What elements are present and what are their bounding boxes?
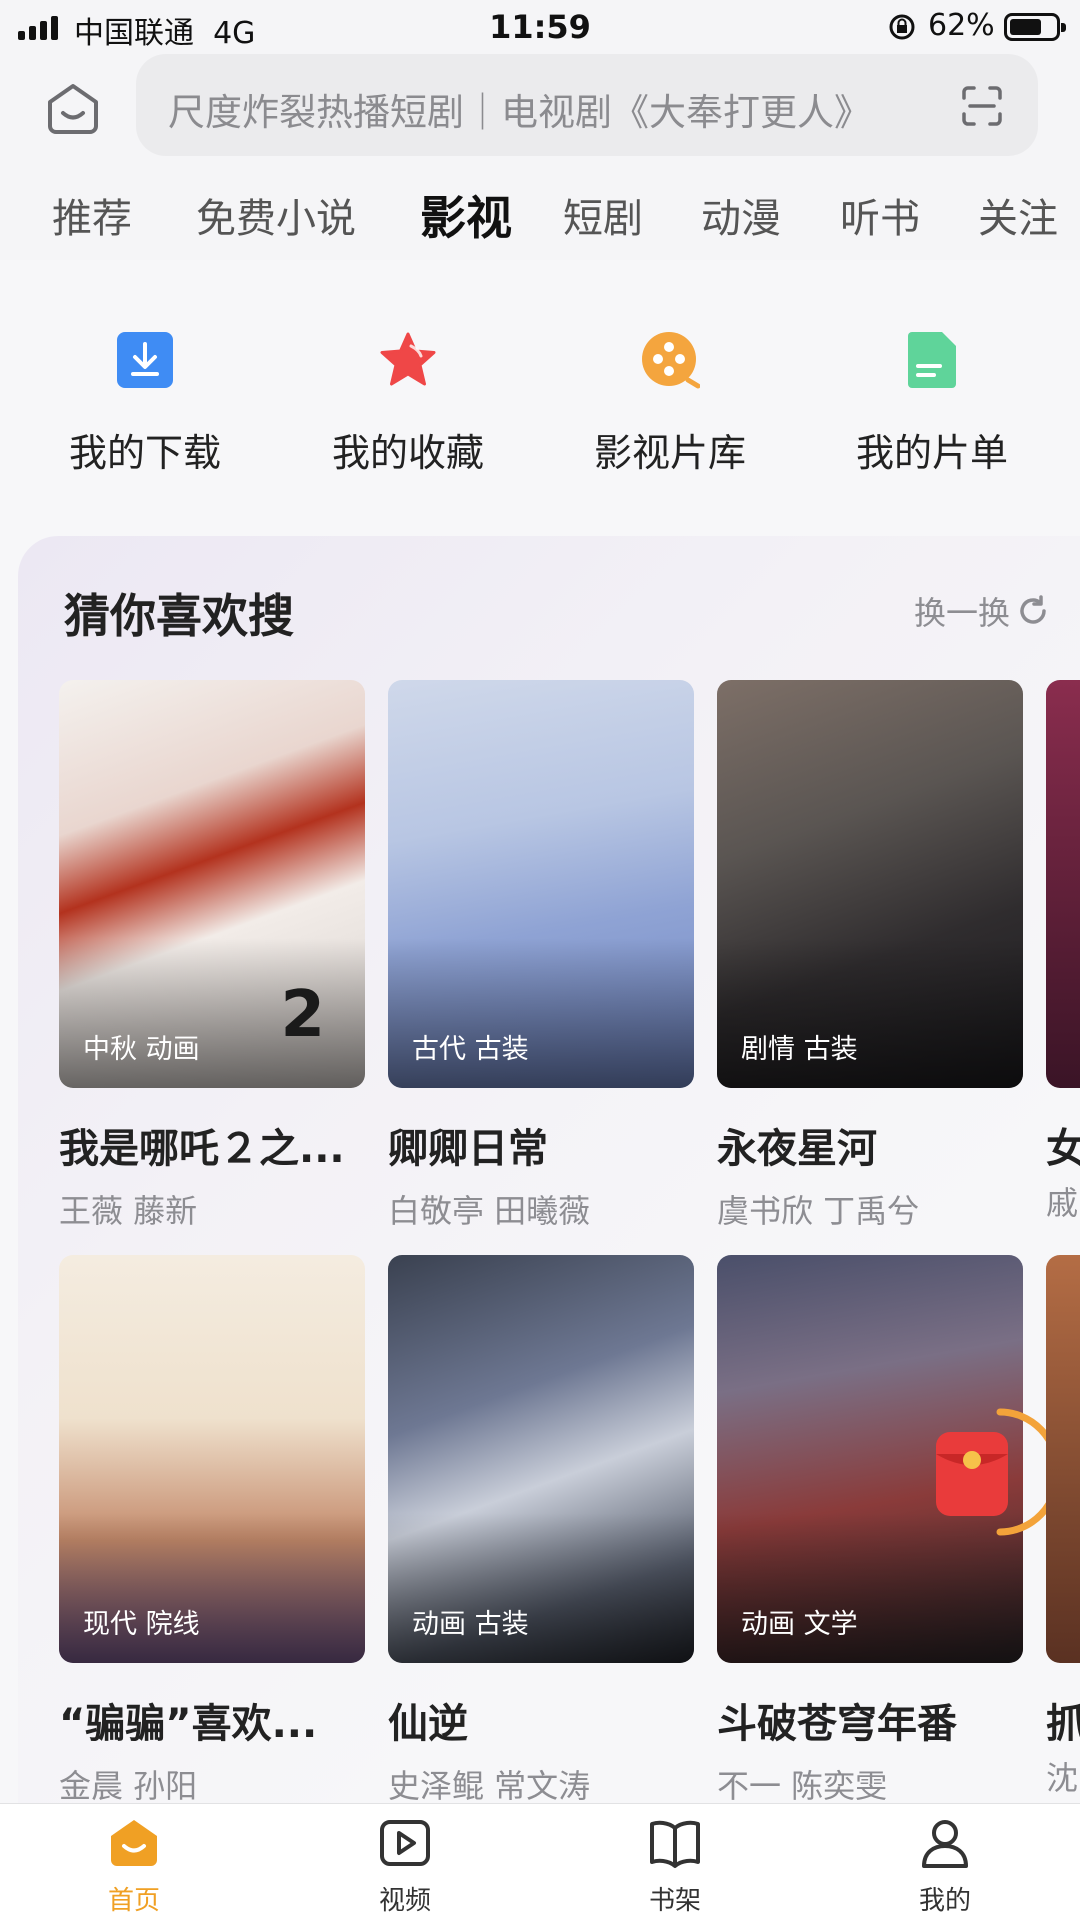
media-cast: 虞书欣 丁禹兮 [717,1192,920,1230]
media-card-peek[interactable] [1046,680,1080,1088]
home-icon [111,1820,157,1866]
media-title: 我是哪吒２之... [59,1126,345,1172]
nav-home[interactable]: 首页 [64,1816,204,1917]
bottom-nav: 首页 视频 书架 我的 [0,1803,1080,1921]
video-icon [380,1820,430,1866]
poster-image: 剧情 古装 [717,680,1023,1088]
poster-image: 古代 古装 [388,680,694,1088]
red-packet-icon[interactable] [930,1404,1046,1540]
media-title: 斗破苍穹年番 [717,1701,957,1747]
tab-audiobook[interactable]: 听书 [840,186,920,244]
tab-free-novel[interactable]: 免费小说 [196,186,356,244]
nav-profile[interactable]: 我的 [875,1816,1015,1917]
media-card[interactable]: 现代 院线 “骗骗”喜欢... 金晨 孙阳 [59,1255,365,1807]
media-title: 卿卿日常 [388,1126,548,1172]
search-bar[interactable]: 尺度炸裂热播短剧｜电视剧《大奉打更人》 [136,54,1038,156]
star-icon [380,332,436,386]
quick-my-playlist[interactable]: 我的片单 [832,330,1032,477]
peek-cast: 戚 [1046,1184,1079,1222]
section-title: 猜你喜欢搜 [62,589,294,643]
clock: 11:59 [489,8,591,46]
quick-my-downloads[interactable]: 我的下载 [45,330,245,477]
category-tabs: 推荐 免费小说 影视 短剧 动漫 听书 关注 [0,186,1080,256]
download-icon [117,332,173,388]
media-card[interactable]: 古代 古装 卿卿日常 白敬亭 田曦薇 [388,680,694,1232]
quick-film-library[interactable]: 影视片库 [570,330,770,477]
battery-icon [1004,13,1066,41]
media-card-peek[interactable] [1046,1255,1080,1663]
tab-short-drama[interactable]: 短剧 [563,186,643,244]
battery-percent: 62% [928,8,995,43]
media-cast: 金晨 孙阳 [59,1767,198,1805]
tab-follow[interactable]: 关注 [978,186,1058,244]
search-placeholder: 尺度炸裂热播短剧｜电视剧《大奉打更人》 [168,91,871,134]
media-cast: 不一 陈奕雯 [717,1767,888,1805]
nav-bookshelf[interactable]: 书架 [605,1816,745,1917]
film-reel-icon [642,332,701,389]
media-card[interactable]: 2 中秋 动画 我是哪吒２之... 王薇 藤新 [59,680,365,1232]
media-cast: 王薇 藤新 [59,1192,198,1230]
peek-cast: 沈 [1046,1759,1079,1797]
media-title: 仙逆 [388,1701,468,1747]
quick-my-favorites[interactable]: 我的收藏 [308,330,508,477]
media-card[interactable]: 动画 古装 仙逆 史泽鲲 常文涛 [388,1255,694,1807]
media-cast: 史泽鲲 常文涛 [388,1767,591,1805]
home-face-icon[interactable] [44,80,102,138]
media-title: 永夜星河 [717,1126,877,1172]
peek-title: 女 [1046,1126,1080,1172]
book-icon [650,1820,700,1868]
peek-title: 抓 [1046,1701,1080,1747]
refresh-icon [1020,595,1046,624]
media-cast: 白敬亭 田曦薇 [388,1192,591,1230]
list-doc-icon [908,332,956,388]
media-title: “骗骗”喜欢... [59,1701,318,1747]
person-icon [922,1820,968,1868]
status-bar: 中国联通 4G 11:59 62% [0,0,1080,54]
orientation-lock-icon [889,14,915,40]
tab-film-tv[interactable]: 影视 [420,182,512,248]
scan-icon[interactable] [960,84,1004,128]
poster-image: 2 中秋 动画 [59,680,365,1088]
poster-image: 动画 古装 [388,1255,694,1663]
tab-anime[interactable]: 动漫 [701,186,781,244]
poster-image: 现代 院线 [59,1255,365,1663]
media-card[interactable]: 剧情 古装 永夜星河 虞书欣 丁禹兮 [717,680,1023,1232]
refresh-button[interactable]: 换一换 [914,588,1050,634]
nav-video[interactable]: 视频 [335,1816,475,1917]
tab-recommend[interactable]: 推荐 [52,186,132,244]
